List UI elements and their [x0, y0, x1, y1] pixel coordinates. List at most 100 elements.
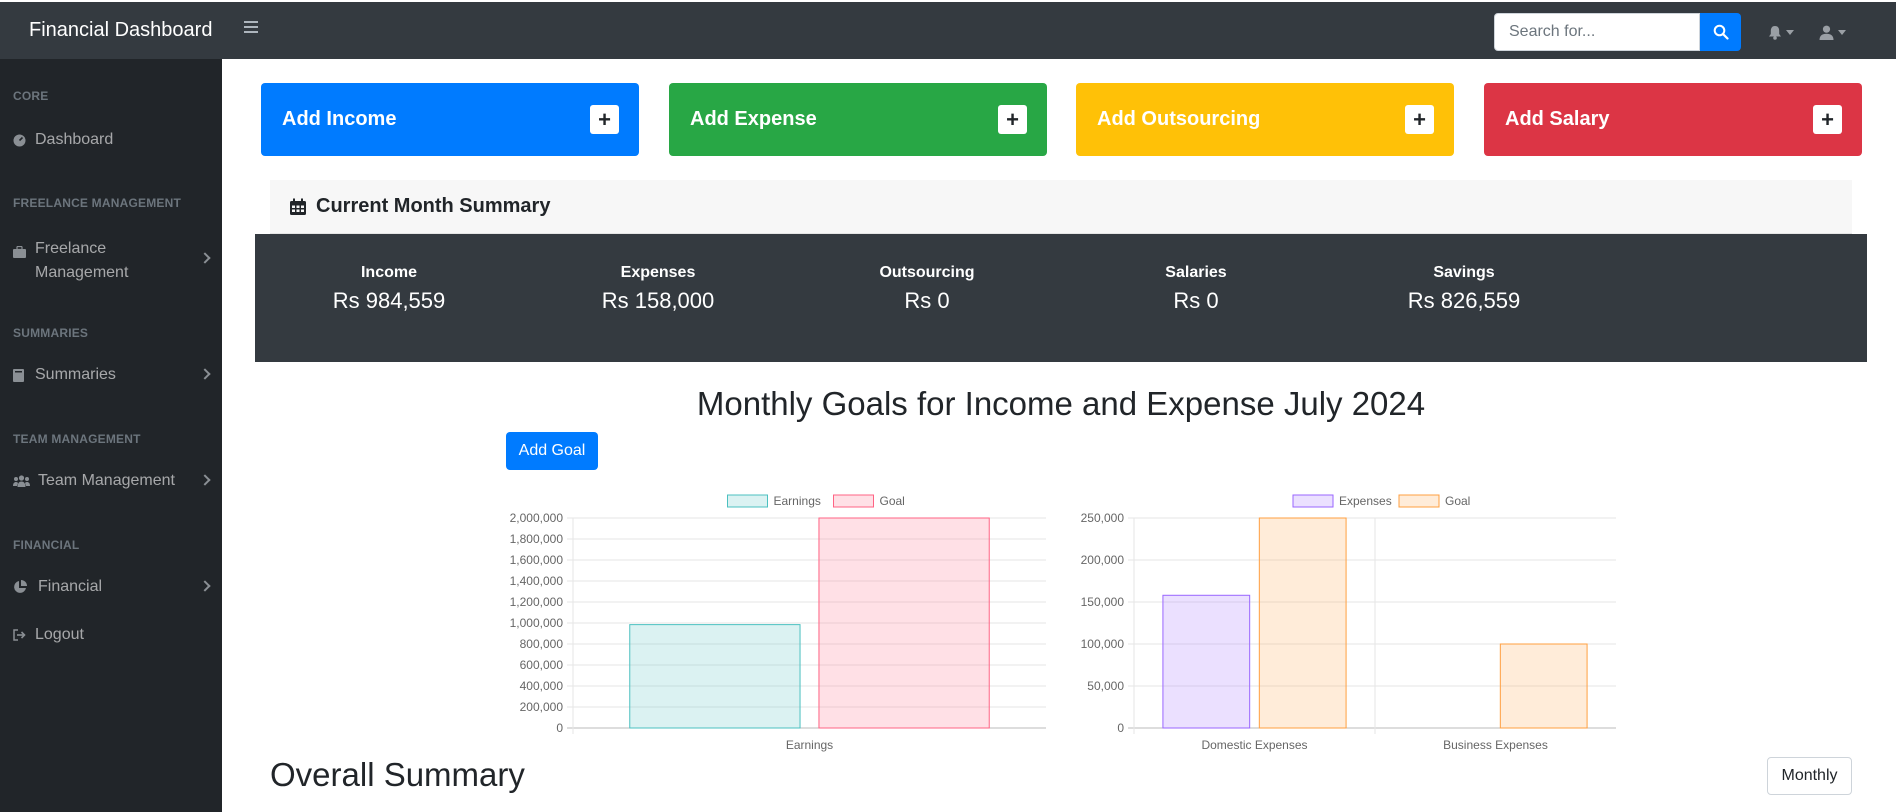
sidebar-item-label: Team Management — [38, 472, 175, 489]
y-tick-label: 1,800,000 — [510, 532, 564, 546]
x-tick-label: Business Expenses — [1443, 738, 1548, 752]
y-tick-label: 400,000 — [520, 679, 564, 693]
sidebar-item-label: Financial — [38, 578, 103, 595]
legend-item[interactable]: Expenses — [1292, 494, 1392, 508]
brand-title[interactable]: Financial Dashboard — [29, 19, 212, 42]
pie-chart-icon — [13, 580, 32, 594]
add-expense-card[interactable]: Add Expense + — [669, 83, 1047, 156]
current-month-summary-title: Current Month Summary — [316, 195, 551, 217]
y-tick-label: 150,000 — [1081, 595, 1125, 609]
legend-item[interactable]: Earnings — [727, 494, 821, 508]
briefcase-icon — [13, 246, 29, 258]
stat-salaries: Salaries Rs 0 — [1076, 264, 1316, 314]
y-tick-label: 250,000 — [1081, 511, 1125, 525]
add-outsourcing-plus-button[interactable]: + — [1405, 105, 1434, 134]
tachometer-icon — [13, 134, 29, 147]
search-group — [1494, 13, 1741, 51]
sidebar-item-team-management[interactable]: Team Management — [13, 472, 211, 490]
sidebar-item-dashboard[interactable]: Dashboard — [13, 131, 209, 149]
sidebar: Core Dashboard Freelance Management Free… — [0, 59, 222, 812]
add-income-card[interactable]: Add Income + — [261, 83, 639, 156]
book-icon — [13, 368, 29, 382]
legend-label: Expenses — [1339, 494, 1392, 508]
add-outsourcing-card[interactable]: Add Outsourcing + — [1076, 83, 1454, 156]
earnings-goal-chart: Earnings Goal 0 200,000 400,000 600,000 800,00… — [510, 494, 1046, 752]
card-label: Add Salary — [1505, 108, 1610, 130]
users-icon — [13, 475, 32, 487]
search-input[interactable] — [1494, 13, 1700, 51]
x-tick-label: Earnings — [786, 738, 833, 752]
stat-value: Rs 0 — [904, 288, 950, 313]
top-navbar: Financial Dashboard — [0, 0, 1896, 59]
add-goal-button[interactable]: Add Goal — [506, 432, 598, 470]
notifications-dropdown[interactable] — [1768, 22, 1794, 42]
legend-swatch — [727, 494, 768, 508]
user-dropdown[interactable] — [1819, 22, 1846, 42]
sidebar-item-label: Summaries — [35, 366, 116, 383]
x-tick-label: Domestic Expenses — [1201, 738, 1307, 752]
add-expense-plus-button[interactable]: + — [998, 105, 1027, 134]
bar-earnings[interactable] — [629, 624, 801, 729]
y-tick-label: 50,000 — [1087, 679, 1124, 693]
card-label: Add Income — [282, 108, 397, 130]
stat-value: Rs 984,559 — [332, 288, 446, 313]
legend-item[interactable]: Goal — [833, 494, 905, 508]
sidebar-heading-freelance: Freelance Management — [13, 196, 181, 210]
y-tick-label: 800,000 — [520, 637, 564, 651]
sidebar-toggle-icon[interactable] — [244, 19, 262, 37]
sidebar-item-label: Logout — [35, 626, 84, 643]
chevron-right-icon — [199, 252, 211, 264]
period-select-button[interactable]: Monthly — [1767, 757, 1852, 795]
bar-goal[interactable] — [1499, 643, 1588, 729]
bar-goal[interactable] — [1258, 517, 1347, 729]
sidebar-heading-core: Core — [13, 89, 49, 103]
expenses-goal-chart: Expenses Goal 0 50,000 100,000 150,000 200,000… — [1081, 494, 1616, 752]
sidebar-item-financial[interactable]: Financial — [13, 578, 211, 596]
search-icon — [1713, 24, 1729, 40]
stat-label: Expenses — [620, 264, 696, 281]
add-salary-plus-button[interactable]: + — [1813, 105, 1842, 134]
legend-swatch — [1292, 494, 1334, 508]
y-tick-label: 0 — [1117, 721, 1124, 735]
y-tick-label: 1,000,000 — [510, 616, 564, 630]
legend-swatch — [1398, 494, 1440, 508]
legend-item[interactable]: Goal — [1398, 494, 1470, 508]
chevron-right-icon — [199, 474, 211, 486]
user-icon — [1819, 25, 1834, 40]
sidebar-item-freelance-management[interactable]: Freelance Management — [13, 237, 211, 281]
add-income-plus-button[interactable]: + — [590, 105, 619, 134]
bar-expenses[interactable] — [1162, 594, 1251, 729]
y-tick-label: 0 — [556, 721, 563, 735]
stat-label: Outsourcing — [879, 264, 975, 281]
stat-value: Rs 158,000 — [601, 288, 715, 313]
add-salary-card[interactable]: Add Salary + — [1484, 83, 1862, 156]
y-tick-label: 600,000 — [520, 658, 564, 672]
legend-label: Goal — [1445, 494, 1470, 508]
y-tick-label: 1,400,000 — [510, 574, 564, 588]
y-tick-label: 200,000 — [1081, 553, 1125, 567]
goals-title: Monthly Goals for Income and Expense Jul… — [696, 385, 1426, 422]
y-tick-label: 1,200,000 — [510, 595, 564, 609]
stat-value: Rs 0 — [1173, 288, 1219, 313]
sidebar-item-logout[interactable]: Logout — [13, 626, 209, 644]
bar-goal[interactable] — [818, 517, 990, 729]
current-month-summary-stats: Income Rs 984,559 Expenses Rs 158,000 Ou… — [255, 234, 1867, 362]
stat-label: Income — [360, 264, 417, 281]
search-button[interactable] — [1700, 13, 1741, 51]
y-tick-label: 100,000 — [1081, 637, 1125, 651]
sidebar-heading-summaries: Summaries — [13, 326, 89, 340]
chevron-right-icon — [199, 368, 211, 380]
stat-outsourcing: Outsourcing Rs 0 — [807, 264, 1047, 314]
chevron-down-icon — [1786, 29, 1794, 35]
sidebar-heading-financial: Financial — [13, 538, 80, 552]
stat-income: Income Rs 984,559 — [269, 264, 509, 314]
sidebar-item-label: Dashboard — [35, 131, 114, 148]
stat-expenses: Expenses Rs 158,000 — [538, 264, 778, 314]
stat-label: Salaries — [1165, 264, 1227, 281]
card-label: Add Expense — [690, 108, 817, 130]
stat-value: Rs 826,559 — [1407, 288, 1521, 313]
y-tick-label: 1,600,000 — [510, 553, 564, 567]
logout-icon — [13, 629, 29, 641]
y-tick-label: 200,000 — [520, 700, 564, 714]
sidebar-item-summaries[interactable]: Summaries — [13, 366, 211, 384]
